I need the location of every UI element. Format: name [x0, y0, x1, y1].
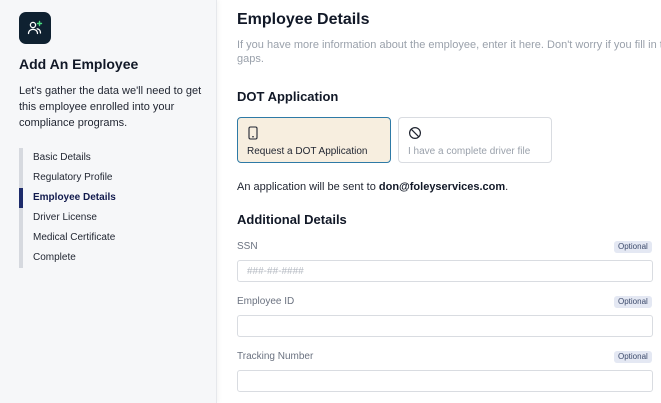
page-title: Employee Details [237, 11, 370, 28]
employee-id-label: Employee ID [237, 296, 295, 307]
phone-icon [248, 126, 258, 140]
ssn-input[interactable] [237, 260, 653, 282]
step-list: Basic Details Regulatory Profile Employe… [19, 148, 199, 268]
page-description: If you have more information about the e… [237, 39, 661, 65]
application-note: An application will be sent to don@foley… [237, 181, 508, 193]
tracking-number-label: Tracking Number [237, 351, 314, 362]
tracking-number-optional-badge: Optional [614, 351, 652, 363]
employee-id-input[interactable] [237, 315, 653, 337]
application-email: don@foleyservices.com [378, 181, 506, 193]
application-note-prefix: An application will be sent to [237, 181, 379, 193]
step-medical-certificate[interactable]: Medical Certificate [19, 228, 199, 248]
complete-driver-file-label: I have a complete driver file [408, 146, 531, 157]
step-basic-details[interactable]: Basic Details [19, 148, 199, 168]
step-complete[interactable]: Complete [19, 248, 199, 268]
ssn-optional-badge: Optional [614, 241, 652, 253]
step-regulatory-profile[interactable]: Regulatory Profile [19, 168, 199, 188]
dot-section-title: DOT Application [237, 89, 339, 104]
ban-icon [408, 126, 422, 140]
logo [19, 12, 51, 44]
sidebar-title: Add An Employee [19, 56, 139, 72]
request-dot-application-label: Request a DOT Application [247, 146, 368, 157]
ssn-label: SSN [237, 241, 258, 252]
complete-driver-file-option[interactable]: I have a complete driver file [398, 117, 552, 163]
employee-id-optional-badge: Optional [614, 296, 652, 308]
step-employee-details[interactable]: Employee Details [19, 188, 199, 208]
users-plus-icon [27, 20, 43, 35]
step-driver-license[interactable]: Driver License [19, 208, 199, 228]
additional-details-title: Additional Details [237, 212, 347, 227]
sidebar: Add An Employee Let's gather the data we… [0, 0, 217, 403]
tracking-number-input[interactable] [237, 370, 653, 392]
application-note-suffix: . [505, 181, 509, 193]
main-content: Employee Details If you have more inform… [237, 0, 661, 403]
sidebar-description: Let's gather the data we'll need to get … [19, 85, 202, 129]
request-dot-application-option[interactable]: Request a DOT Application [237, 117, 391, 163]
